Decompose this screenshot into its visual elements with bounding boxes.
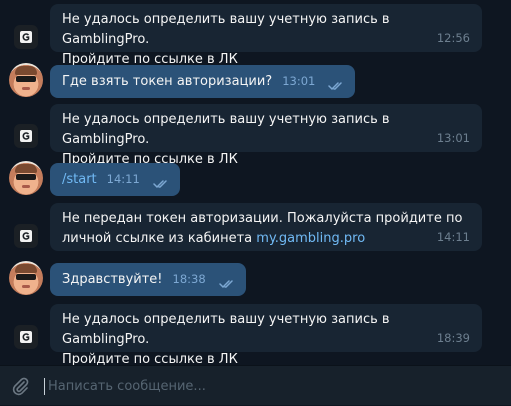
message-composer	[0, 365, 511, 406]
message-text: Где взять токен авторизации?	[62, 74, 273, 89]
cabinet-link[interactable]: my.gambling.pro	[256, 231, 365, 246]
message-time: 18:38	[172, 272, 206, 286]
message-text: Здравствуйте!	[62, 272, 163, 287]
double-check-icon	[153, 180, 167, 189]
message-bubble[interactable]: Не передан токен авторизации. Пожалуйста…	[50, 203, 482, 251]
message-bubble-own[interactable]: /start 14:11	[50, 163, 180, 196]
message-bubble-own[interactable]: Здравствуйте! 18:38	[50, 263, 246, 296]
message-time: 14:11	[106, 172, 140, 186]
message-text-line: Не удалось определить вашу учетную запис…	[62, 12, 390, 47]
avatar-hair	[15, 66, 37, 75]
bot-avatar-icon[interactable]	[14, 25, 38, 49]
message-bubble[interactable]: Не удалось определить вашу учетную запис…	[50, 304, 482, 367]
message-list[interactable]: Не удалось определить вашу учетную запис…	[0, 0, 511, 367]
message-bubble[interactable]: Не удалось определить вашу учетную запис…	[50, 104, 482, 167]
message-bubble-own[interactable]: Где взять токен авторизации? 13:01	[50, 65, 356, 98]
user-avatar[interactable]	[9, 161, 43, 195]
avatar-hair	[15, 164, 37, 173]
paperclip-icon[interactable]	[9, 375, 31, 397]
message-bubble[interactable]: Не удалось определить вашу учетную запис…	[50, 4, 482, 67]
message-time: 13:01	[282, 74, 316, 88]
avatar-glasses	[16, 174, 36, 180]
message-time: 12:56	[436, 31, 470, 45]
avatar-mouth	[22, 285, 30, 288]
message-text-line: Не передан токен авторизации. Пожалуйста…	[62, 211, 463, 226]
message-time: 13:01	[436, 131, 470, 145]
message-time: 14:11	[436, 230, 470, 244]
bot-command-link[interactable]: /start	[62, 172, 97, 187]
bot-avatar-icon[interactable]	[14, 224, 38, 248]
message-time: 18:39	[436, 331, 470, 345]
bot-avatar-icon[interactable]	[14, 124, 38, 148]
user-avatar[interactable]	[9, 261, 43, 295]
avatar-hair	[15, 264, 37, 273]
avatar-mouth	[22, 185, 30, 188]
avatar-glasses	[16, 76, 36, 82]
message-input[interactable]	[48, 366, 488, 406]
message-text-line: личной ссылке из кабинета	[62, 231, 257, 246]
double-check-icon	[218, 280, 233, 289]
user-avatar[interactable]	[9, 63, 43, 97]
avatar-glasses	[16, 274, 36, 280]
double-check-icon	[328, 82, 343, 91]
message-text-line: Не удалось определить вашу учетную запис…	[62, 112, 390, 147]
message-text-line: Не удалось определить вашу учетную запис…	[62, 312, 390, 347]
avatar-mouth	[22, 87, 30, 90]
bot-avatar-icon[interactable]	[14, 325, 38, 349]
text-cursor	[44, 378, 45, 395]
